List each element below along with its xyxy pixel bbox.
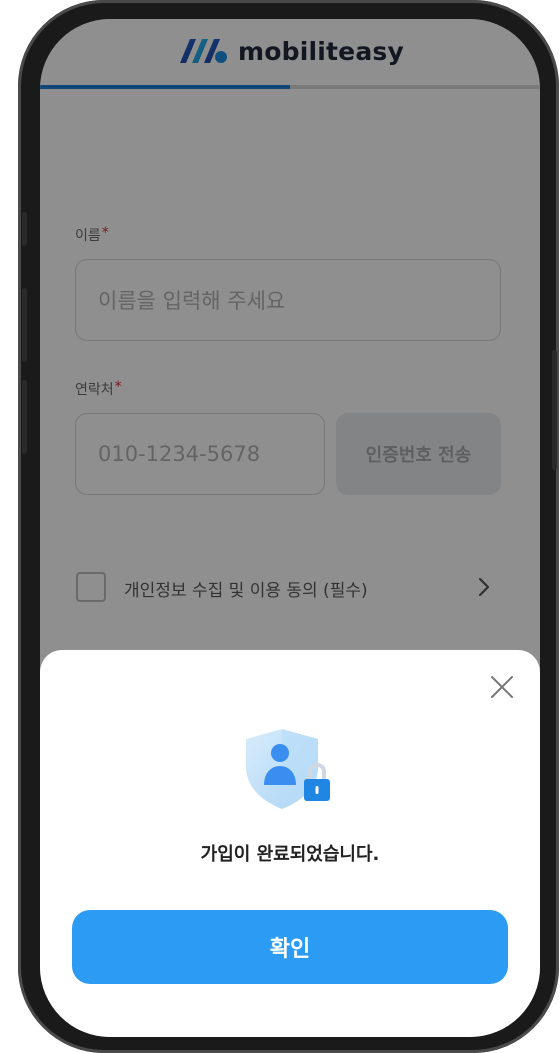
signup-complete-message: 가입이 완료되었습니다. [200,844,380,865]
phone-volume-down-button [22,380,27,454]
shield-user-lock-icon [246,729,330,809]
phone-action-button [22,212,27,246]
app-screen: mobiliteasy 이름* 이름을 입력해 주세요 연락처* 010-123… [40,19,540,1037]
phone-power-button [552,350,557,470]
signup-complete-sheet: 가입이 완료되었습니다. 확인 [40,650,540,1037]
phone-volume-up-button [22,288,27,362]
close-icon[interactable] [490,675,514,699]
confirm-button[interactable]: 확인 [72,910,508,984]
